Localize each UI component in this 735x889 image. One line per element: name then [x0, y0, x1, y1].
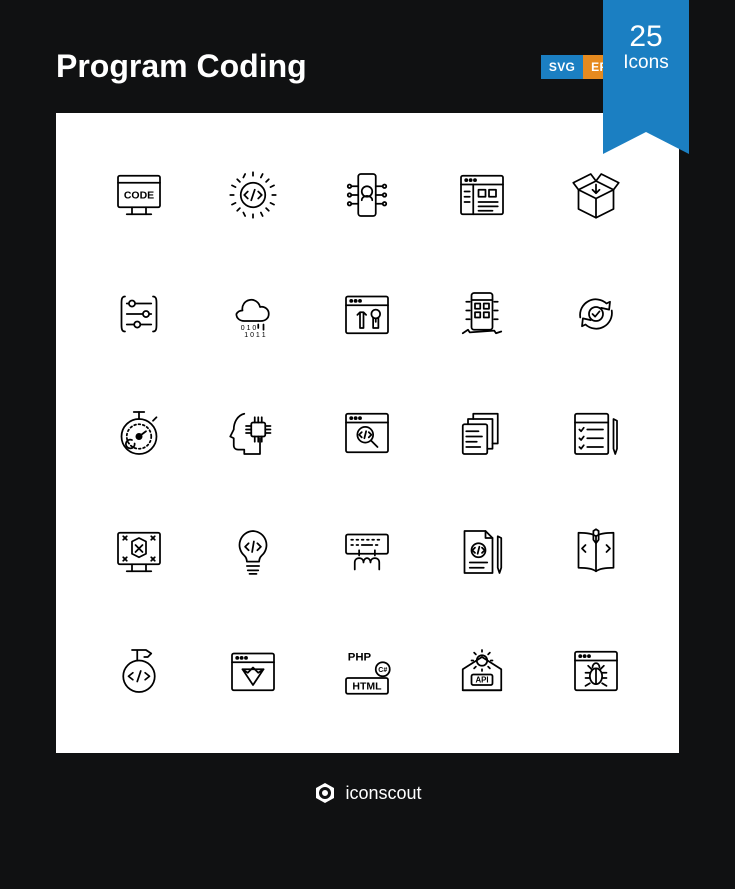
code-search-icon [334, 395, 400, 470]
code-bulb-icon [220, 515, 286, 590]
code-gear-icon [220, 157, 286, 232]
error-monitor-icon [106, 515, 172, 590]
ai-chip-head-icon [220, 395, 286, 470]
keyboard-typing-icon [334, 515, 400, 590]
code-book-icon [563, 515, 629, 590]
browser-tools-icon [334, 276, 400, 351]
mobile-circuit-icon [334, 157, 400, 232]
brand-logo-icon [313, 781, 337, 805]
settings-sliders-icon [106, 276, 172, 351]
svg-text:HTML: HTML [353, 681, 383, 693]
website-layout-icon [449, 157, 515, 232]
icon-grid: CODE 0 1 01 0 1 1 PHP C# HTML API [106, 157, 629, 709]
code-hammer-icon [106, 634, 172, 709]
stopwatch-icon [106, 395, 172, 470]
code-file-edit-icon [449, 515, 515, 590]
open-box-icon [563, 157, 629, 232]
svg-text:API: API [475, 676, 488, 685]
icon-count-ribbon: 25 Icons [603, 0, 689, 132]
premium-code-icon [220, 634, 286, 709]
icon-pack-panel: CODE 0 1 01 0 1 1 PHP C# HTML API [56, 113, 679, 753]
sync-check-icon [563, 276, 629, 351]
languages-icon: PHP C# HTML [334, 634, 400, 709]
cloud-binary-icon: 0 1 01 0 1 1 [220, 276, 286, 351]
svg-text:C#: C# [379, 667, 388, 674]
bug-browser-icon [563, 634, 629, 709]
api-gear-icon: API [449, 634, 515, 709]
format-badge-svg: SVG [541, 55, 583, 79]
app-wireframe-icon [449, 276, 515, 351]
code-monitor-icon: CODE [106, 157, 172, 232]
brand-name: iconscout [345, 783, 421, 804]
icon-count-label: Icons [603, 52, 689, 74]
svg-text:CODE: CODE [124, 189, 154, 201]
brand-footer: iconscout [0, 753, 735, 833]
icon-count: 25 [603, 22, 689, 52]
svg-text:1 0 1 1: 1 0 1 1 [245, 332, 267, 339]
code-files-icon [449, 395, 515, 470]
pack-title: Program Coding [56, 48, 307, 85]
checklist-edit-icon [563, 395, 629, 470]
svg-text:0 1 0: 0 1 0 [241, 325, 257, 332]
svg-text:PHP: PHP [348, 652, 372, 664]
